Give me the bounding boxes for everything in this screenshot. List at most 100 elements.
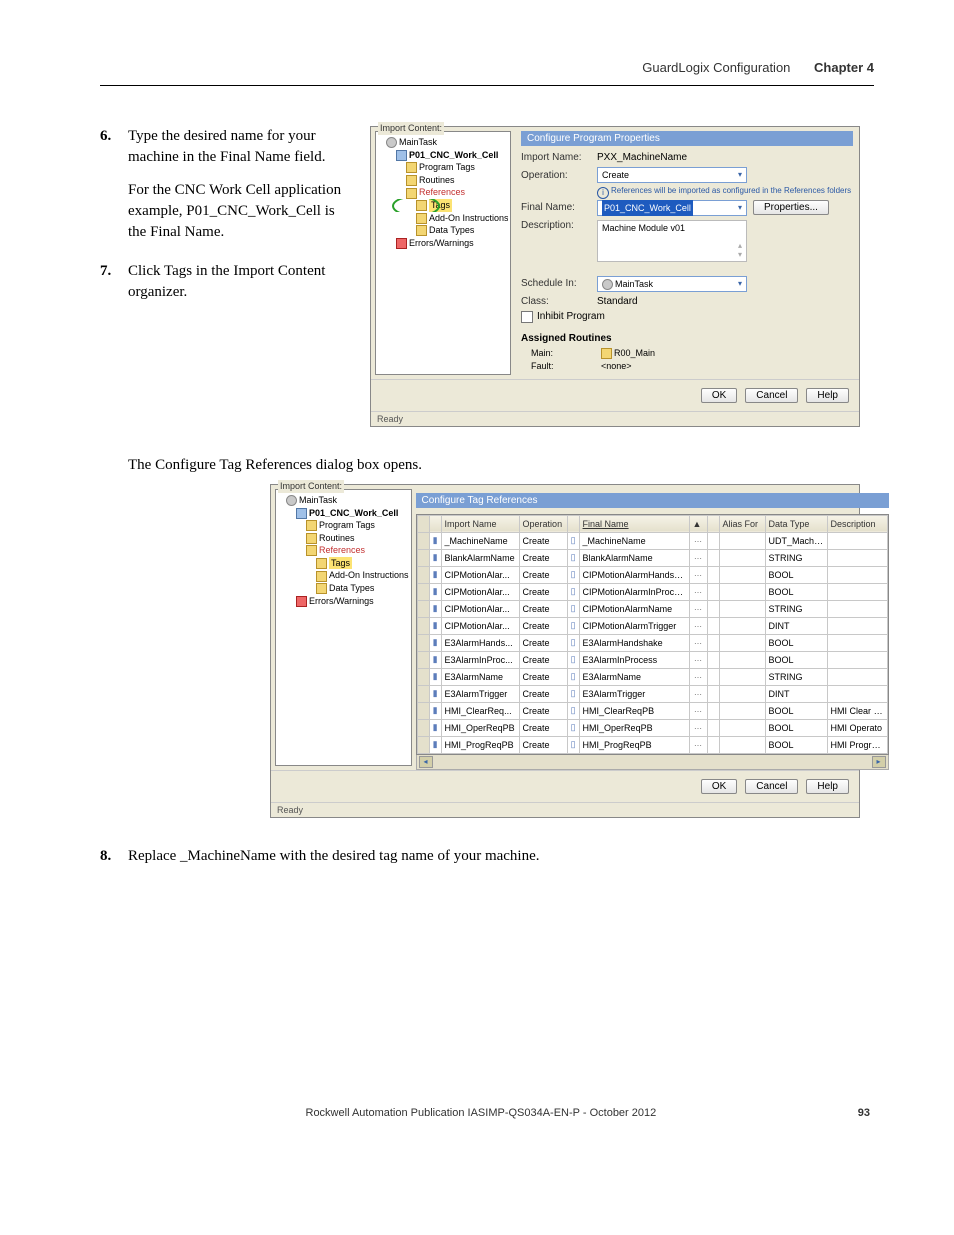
properties-button[interactable]: Properties... <box>753 200 829 215</box>
tree-program[interactable]: P01_CNC_Work_Cell <box>378 149 508 162</box>
final-name-dropdown[interactable]: ⋯ <box>689 583 707 600</box>
import-name-cell[interactable]: CIPMotionAlar... <box>441 583 519 600</box>
alias-for-cell[interactable] <box>719 685 765 702</box>
tree-maintask[interactable]: MainTask <box>278 494 409 507</box>
tree-maintask[interactable]: MainTask <box>378 136 508 149</box>
table-row[interactable]: ▮CIPMotionAlar...Create▯CIPMotionAlarmIn… <box>417 583 887 600</box>
description-cell[interactable] <box>827 685 887 702</box>
col-operation[interactable]: Operation <box>519 515 567 532</box>
data-type-cell[interactable]: BOOL <box>765 702 827 719</box>
operation-cell[interactable]: Create <box>519 549 567 566</box>
ok-button[interactable]: OK <box>701 779 737 794</box>
table-row[interactable]: ▮CIPMotionAlar...Create▯CIPMotionAlarmHa… <box>417 566 887 583</box>
final-name-dropdown[interactable]: ⋯ <box>689 566 707 583</box>
final-name-cell[interactable]: HMI_OperReqPB <box>579 719 689 736</box>
description-cell[interactable] <box>827 617 887 634</box>
description-cell[interactable] <box>827 634 887 651</box>
alias-for-cell[interactable] <box>719 651 765 668</box>
operation-cell[interactable]: Create <box>519 668 567 685</box>
alias-for-cell[interactable] <box>719 668 765 685</box>
import-name-cell[interactable]: CIPMotionAlar... <box>441 600 519 617</box>
import-name-cell[interactable]: HMI_ProgReqPB <box>441 736 519 753</box>
import-name-cell[interactable]: BlankAlarmName <box>441 549 519 566</box>
row-header-cell[interactable] <box>417 617 429 634</box>
tree-addon[interactable]: Add-On Instructions <box>278 569 409 582</box>
description-cell[interactable] <box>827 583 887 600</box>
col-rowheader[interactable] <box>417 515 429 532</box>
tree-tags[interactable]: Tags <box>378 199 508 212</box>
alias-for-cell[interactable] <box>719 600 765 617</box>
tree-program[interactable]: P01_CNC_Work_Cell <box>278 507 409 520</box>
table-row[interactable]: ▮E3AlarmTriggerCreate▯E3AlarmTrigger⋯DIN… <box>417 685 887 702</box>
operation-cell[interactable]: Create <box>519 685 567 702</box>
data-type-cell[interactable]: BOOL <box>765 634 827 651</box>
alias-for-cell[interactable] <box>719 583 765 600</box>
description-cell[interactable]: HMI Operato <box>827 719 887 736</box>
row-header-cell[interactable] <box>417 702 429 719</box>
import-name-cell[interactable]: CIPMotionAlar... <box>441 617 519 634</box>
final-name-cell[interactable]: HMI_ProgReqPB <box>579 736 689 753</box>
help-button[interactable]: Help <box>806 779 849 794</box>
data-type-cell[interactable]: BOOL <box>765 651 827 668</box>
col-icon2[interactable] <box>567 515 579 532</box>
cancel-button[interactable]: Cancel <box>745 388 798 403</box>
operation-dropdown[interactable]: Create ▾ <box>597 167 747 183</box>
final-name-dropdown[interactable]: ⋯ <box>689 736 707 753</box>
import-name-cell[interactable]: E3AlarmInProc... <box>441 651 519 668</box>
data-type-cell[interactable]: BOOL <box>765 719 827 736</box>
final-name-dropdown[interactable]: ⋯ <box>689 549 707 566</box>
final-name-cell[interactable]: E3AlarmInProcess <box>579 651 689 668</box>
final-name-dropdown[interactable]: ⋯ <box>689 600 707 617</box>
operation-cell[interactable]: Create <box>519 736 567 753</box>
alias-for-cell[interactable] <box>719 719 765 736</box>
row-header-cell[interactable] <box>417 566 429 583</box>
data-type-cell[interactable]: BOOL <box>765 736 827 753</box>
operation-cell[interactable]: Create <box>519 532 567 549</box>
alias-for-cell[interactable] <box>719 617 765 634</box>
final-name-cell[interactable]: CIPMotionAlarmHandsh... <box>579 566 689 583</box>
final-name-cell[interactable]: E3AlarmHandshake <box>579 634 689 651</box>
final-name-dropdown[interactable]: ⋯ <box>689 634 707 651</box>
row-header-cell[interactable] <box>417 532 429 549</box>
import-name-cell[interactable]: HMI_ClearReq... <box>441 702 519 719</box>
import-content-tree-2[interactable]: Import Content: MainTask P01_CNC_Work_Ce… <box>275 489 412 766</box>
tree-addon[interactable]: Add-On Instructions <box>378 212 508 225</box>
tree-data-types[interactable]: Data Types <box>278 582 409 595</box>
data-type-cell[interactable]: STRING <box>765 600 827 617</box>
description-cell[interactable] <box>827 566 887 583</box>
scroll-left-icon[interactable]: ◂ <box>419 756 433 768</box>
data-type-cell[interactable]: DINT <box>765 685 827 702</box>
tree-references[interactable]: References <box>278 544 409 557</box>
col-description[interactable]: Description <box>827 515 887 532</box>
import-name-cell[interactable]: HMI_OperReqPB <box>441 719 519 736</box>
data-type-cell[interactable]: BOOL <box>765 566 827 583</box>
alias-for-cell[interactable] <box>719 532 765 549</box>
description-cell[interactable] <box>827 651 887 668</box>
alias-for-cell[interactable] <box>719 736 765 753</box>
final-name-dropdown[interactable]: ⋯ <box>689 719 707 736</box>
table-row[interactable]: ▮E3AlarmHands...Create▯E3AlarmHandshake⋯… <box>417 634 887 651</box>
col-data-type[interactable]: Data Type <box>765 515 827 532</box>
horizontal-scrollbar[interactable]: ◂ ▸ <box>416 755 889 770</box>
final-name-cell[interactable]: E3AlarmTrigger <box>579 685 689 702</box>
final-name-cell[interactable]: CIPMotionAlarmInProcess <box>579 583 689 600</box>
table-row[interactable]: ▮HMI_OperReqPBCreate▯HMI_OperReqPB⋯BOOLH… <box>417 719 887 736</box>
tree-data-types[interactable]: Data Types <box>378 224 508 237</box>
data-type-cell[interactable]: DINT <box>765 617 827 634</box>
description-cell[interactable] <box>827 549 887 566</box>
table-row[interactable]: ▮CIPMotionAlar...Create▯CIPMotionAlarmNa… <box>417 600 887 617</box>
description-cell[interactable] <box>827 668 887 685</box>
alias-for-cell[interactable] <box>719 566 765 583</box>
col-icon3[interactable] <box>707 515 719 532</box>
table-header-row[interactable]: Import Name Operation Final Name ▲ Alias… <box>417 515 887 532</box>
tree-errors[interactable]: Errors/Warnings <box>378 237 508 250</box>
inhibit-checkbox[interactable]: Inhibit Program <box>521 311 853 323</box>
import-name-cell[interactable]: E3AlarmName <box>441 668 519 685</box>
col-alias-for[interactable]: Alias For <box>719 515 765 532</box>
import-name-cell[interactable]: _MachineName <box>441 532 519 549</box>
final-name-dropdown[interactable]: ⋯ <box>689 532 707 549</box>
final-name-cell[interactable]: HMI_ClearReqPB <box>579 702 689 719</box>
operation-cell[interactable]: Create <box>519 651 567 668</box>
row-header-cell[interactable] <box>417 634 429 651</box>
table-row[interactable]: ▮HMI_ClearReq...Create▯HMI_ClearReqPB⋯BO… <box>417 702 887 719</box>
